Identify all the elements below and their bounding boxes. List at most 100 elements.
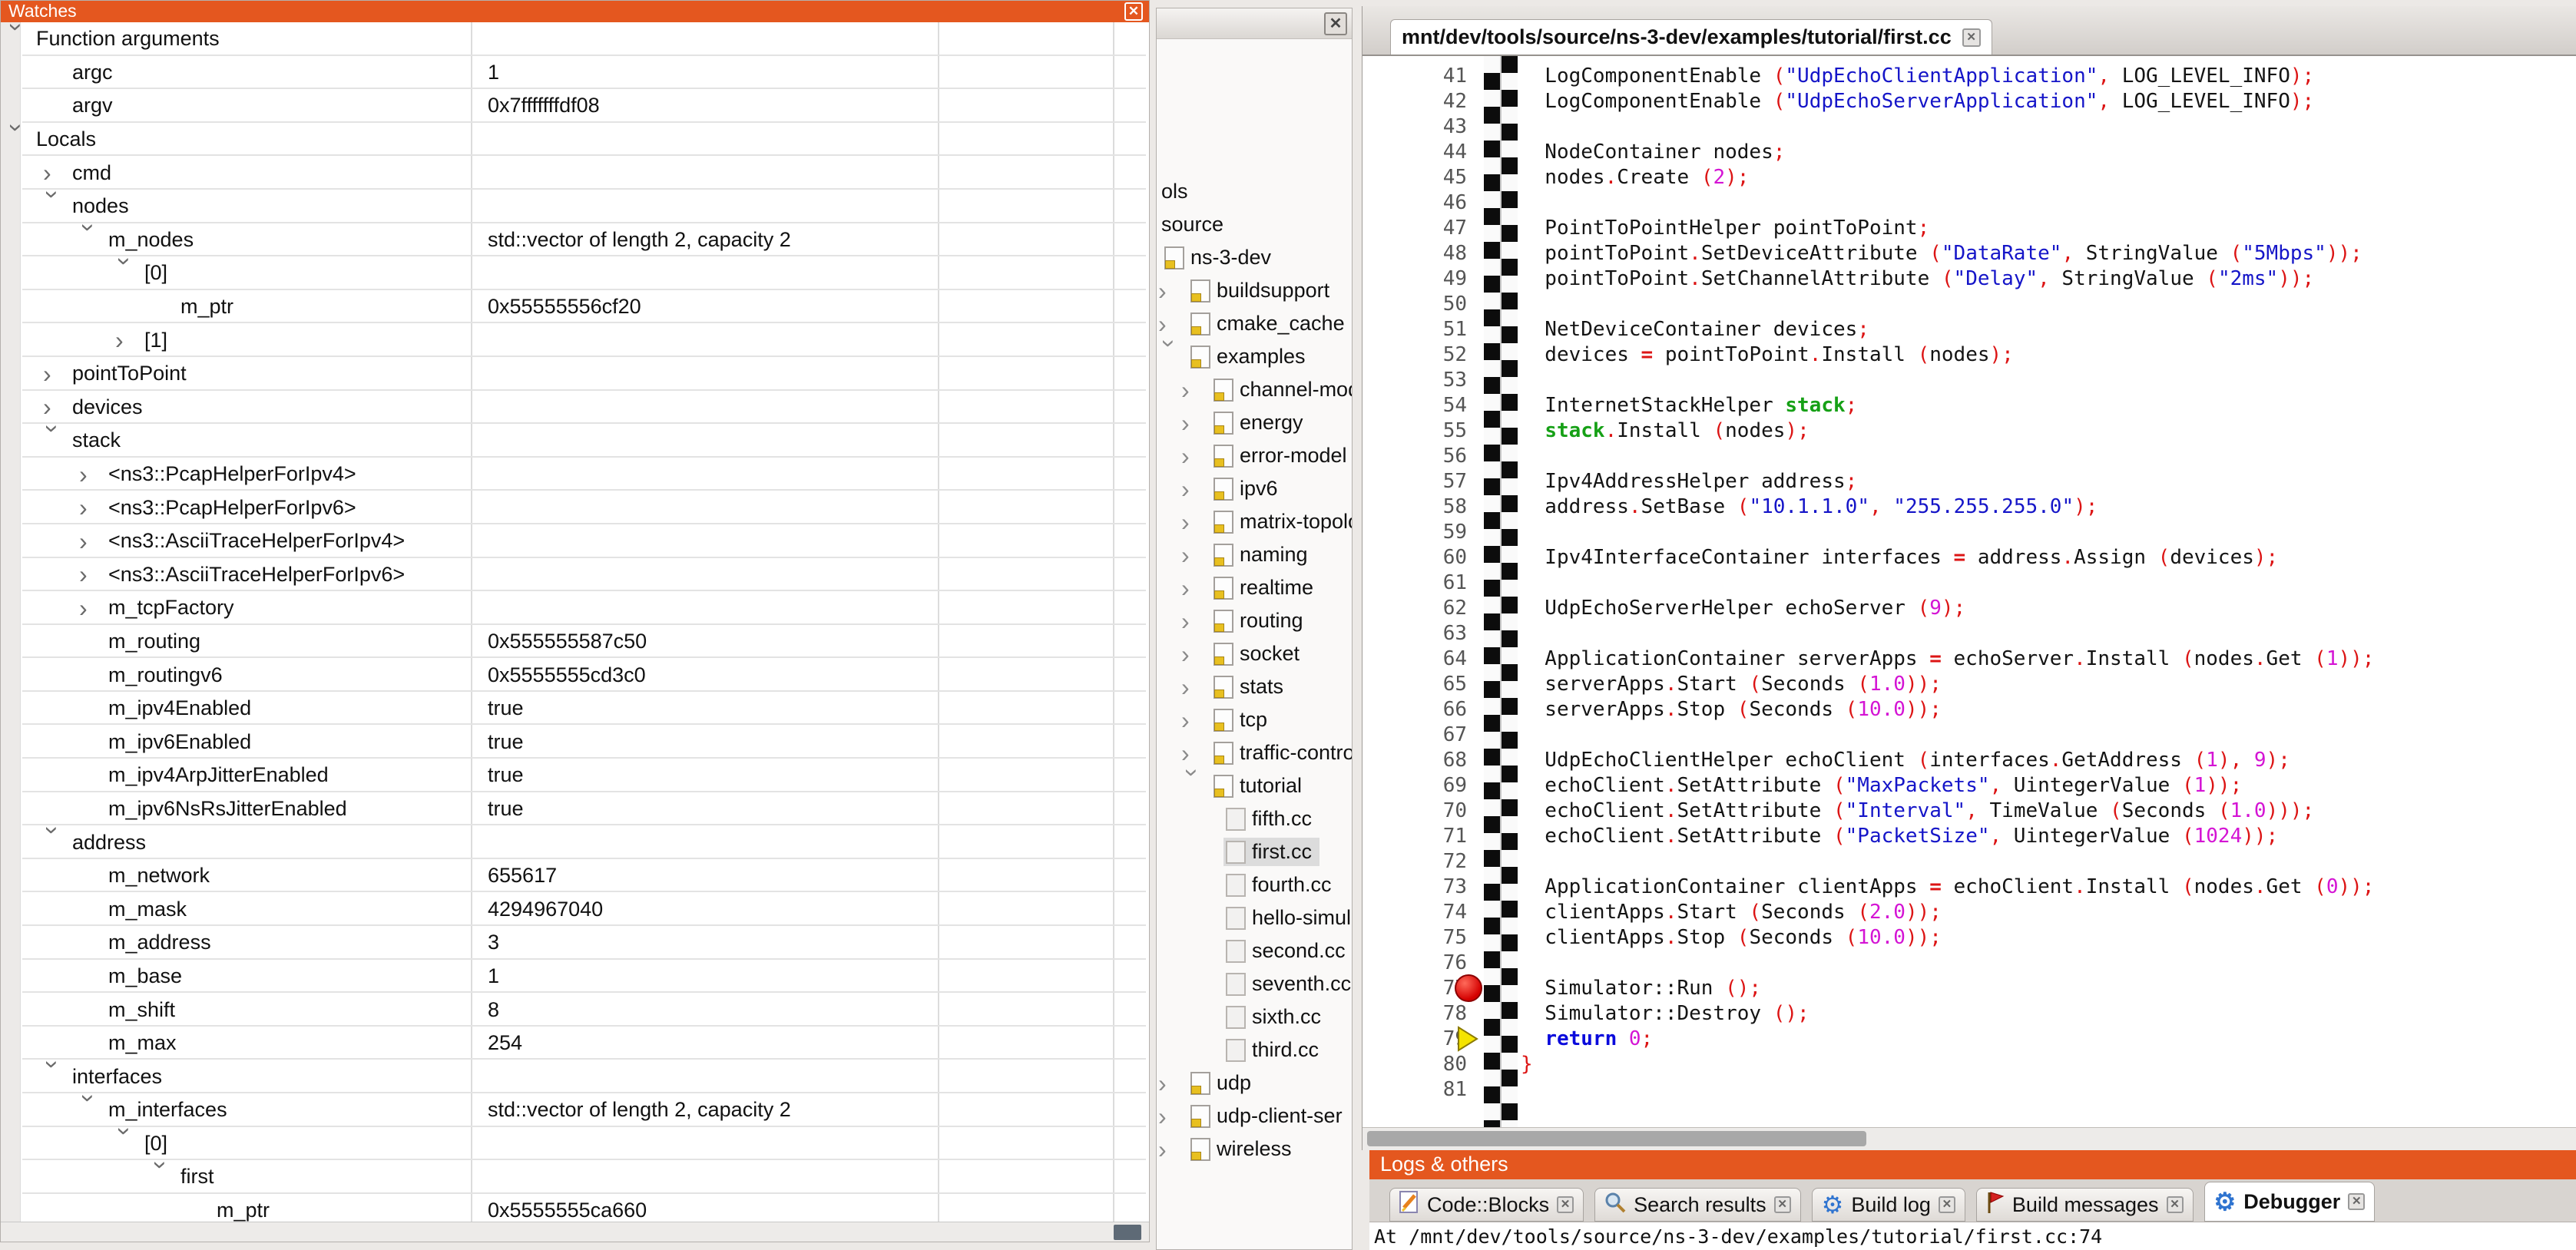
collapse-icon[interactable]: › (77, 1094, 101, 1123)
logs-tab-build-log[interactable]: ⚙Build log✕ (1812, 1188, 1965, 1222)
watch-row[interactable]: m_ipv4ArpJitterEnabledtrue (1, 759, 1149, 792)
tree-item-fourth-cc[interactable]: fourth.cc (1157, 868, 1352, 901)
watch-row[interactable]: ›<ns3::AsciiTraceHelperForIpv6> (1, 558, 1149, 592)
tab-close-icon[interactable]: ✕ (1774, 1196, 1791, 1213)
tree-item-ns-3-dev[interactable]: ns-3-dev (1157, 241, 1352, 274)
tab-close-icon[interactable]: ✕ (2348, 1193, 2365, 1210)
tree-item-buildsupport[interactable]: ›buildsupport (1157, 274, 1352, 307)
tree-item-energy[interactable]: ›energy (1157, 406, 1352, 439)
watch-row[interactable]: m_ipv6Enabledtrue (1, 725, 1149, 759)
expand-icon[interactable]: › (1181, 510, 1214, 534)
tree-item-fifth-cc[interactable]: fifth.cc (1157, 802, 1352, 835)
tree-item-udp[interactable]: ›udp (1157, 1066, 1352, 1100)
watch-row[interactable]: ›[0] (1, 256, 1149, 290)
watch-row[interactable]: ›<ns3::AsciiTraceHelperForIpv4> (1, 524, 1149, 558)
tree-item-stats[interactable]: ›stats (1157, 670, 1352, 703)
watch-row[interactable]: ›<ns3::PcapHelperForIpv6> (1, 491, 1149, 524)
tree-item-naming[interactable]: ›naming (1157, 538, 1352, 571)
logs-tab-debugger[interactable]: ⚙Debugger✕ (2204, 1182, 2376, 1222)
collapse-icon[interactable]: › (149, 1161, 174, 1190)
expand-icon[interactable]: › (79, 462, 108, 487)
watch-row[interactable]: m_base1 (1, 960, 1149, 994)
watches-close-icon[interactable]: ✕ (1124, 2, 1143, 21)
logs-tab-search-results[interactable]: Search results✕ (1594, 1188, 1801, 1222)
tab-close-icon[interactable]: ✕ (1557, 1196, 1574, 1213)
watch-row[interactable]: ›stack (1, 424, 1149, 458)
collapse-icon[interactable]: › (41, 425, 65, 454)
file-tree-titlebar[interactable]: ✕ (1157, 8, 1352, 39)
collapse-icon[interactable]: › (5, 124, 29, 153)
watch-row[interactable]: m_routingv60x5555555cd3c0 (1, 658, 1149, 692)
expand-icon[interactable]: › (1181, 411, 1214, 435)
watch-row[interactable]: m_ptr0x5555555ca660 (1, 1194, 1149, 1222)
expand-icon[interactable]: › (1181, 444, 1214, 468)
watch-row[interactable]: ›nodes (1, 190, 1149, 223)
watch-row[interactable]: m_ptr0x55555556cf20 (1, 290, 1149, 324)
watch-row[interactable]: ›Locals (1, 123, 1149, 157)
watches-hscrollbar[interactable] (1, 1222, 1149, 1242)
watch-row[interactable]: m_mask4294967040 (1, 892, 1149, 926)
expand-icon[interactable]: › (1181, 576, 1214, 600)
watch-row[interactable]: ›m_interfacesstd::vector of length 2, ca… (1, 1093, 1149, 1127)
watch-row[interactable]: m_address3 (1, 926, 1149, 960)
tree-item-routing[interactable]: ›routing (1157, 604, 1352, 637)
tree-item-wireless[interactable]: ›wireless (1157, 1133, 1352, 1166)
watch-row[interactable]: argc1 (1, 56, 1149, 90)
watch-row[interactable]: m_ipv6NsRsJitterEnabledtrue (1, 792, 1149, 826)
watch-row[interactable]: argv0x7fffffffdf08 (1, 89, 1149, 123)
tab-close-icon[interactable]: ✕ (1939, 1196, 1955, 1213)
tree-item-channel-mod[interactable]: ›channel-mod (1157, 373, 1352, 406)
tree-item-matrix-topolo[interactable]: ›matrix-topolo (1157, 505, 1352, 538)
collapse-icon[interactable]: › (113, 257, 137, 286)
tree-item-tcp[interactable]: ›tcp (1157, 703, 1352, 736)
expand-icon[interactable]: › (1181, 741, 1214, 766)
logs-titlebar[interactable]: Logs & others (1369, 1150, 2576, 1179)
collapse-icon[interactable]: › (41, 1060, 65, 1090)
tree-item-cmake-cache[interactable]: ›cmake_cache (1157, 307, 1352, 340)
code-editor[interactable]: 41 LogComponentEnable ("UdpEchoClientApp… (1362, 56, 2576, 1127)
watches-hscrollbar-thumb[interactable] (1114, 1225, 1141, 1240)
expand-icon[interactable]: › (79, 529, 108, 554)
editor-hscrollbar-thumb[interactable] (1367, 1131, 1866, 1146)
tree-item-sixth-cc[interactable]: sixth.cc (1157, 1000, 1352, 1033)
collapse-icon[interactable]: › (41, 826, 65, 855)
expand-icon[interactable]: › (1158, 312, 1190, 336)
expand-icon[interactable]: › (43, 362, 72, 386)
expand-icon[interactable]: › (1181, 477, 1214, 501)
tree-item-examples[interactable]: ›examples (1157, 340, 1352, 373)
tree-item-source[interactable]: source (1157, 208, 1352, 241)
watch-row[interactable]: ›first (1, 1160, 1149, 1194)
expand-icon[interactable]: › (79, 562, 108, 587)
watches-titlebar[interactable]: Watches ✕ (1, 1, 1149, 22)
editor-tab-first-cc[interactable]: mnt/dev/tools/source/ns-3-dev/examples/t… (1390, 19, 1992, 55)
expand-icon[interactable]: › (1158, 1104, 1190, 1129)
tab-close-icon[interactable]: ✕ (2167, 1196, 2184, 1213)
watch-row[interactable]: ›address (1, 825, 1149, 859)
tree-item-realtime[interactable]: ›realtime (1157, 571, 1352, 604)
breakpoint-marker[interactable] (1455, 974, 1482, 1002)
watch-row[interactable]: ›m_tcpFactory (1, 591, 1149, 625)
watch-row[interactable]: ›pointToPoint (1, 357, 1149, 391)
tree-item-traffic-contro[interactable]: ›traffic-contro (1157, 736, 1352, 769)
expand-icon[interactable]: › (1181, 675, 1214, 699)
expand-icon[interactable]: › (1181, 642, 1214, 666)
expand-icon[interactable]: › (79, 495, 108, 520)
watch-row[interactable]: m_network655617 (1, 859, 1149, 893)
tree-item-third-cc[interactable]: third.cc (1157, 1033, 1352, 1066)
file-tree-close-icon[interactable]: ✕ (1324, 12, 1347, 35)
watch-row[interactable]: ›[1] (1, 323, 1149, 357)
editor-hscrollbar[interactable] (1362, 1127, 2576, 1150)
watch-row[interactable]: ›cmd (1, 156, 1149, 190)
watch-row[interactable]: ›devices (1, 391, 1149, 425)
collapse-icon[interactable]: › (77, 223, 101, 253)
watch-row[interactable]: ›interfaces (1, 1060, 1149, 1093)
expand-icon[interactable]: › (1181, 543, 1214, 567)
watch-row[interactable]: ›<ns3::PcapHelperForIpv4> (1, 458, 1149, 491)
expand-icon[interactable]: › (79, 596, 108, 620)
expand-icon[interactable]: › (1181, 609, 1214, 633)
watch-row[interactable]: ›Function arguments (1, 22, 1149, 56)
tree-item-seventh-cc[interactable]: seventh.cc (1157, 967, 1352, 1000)
expand-icon[interactable]: › (1181, 708, 1214, 732)
expand-icon[interactable]: › (1158, 1137, 1190, 1162)
watch-row[interactable]: m_shift8 (1, 993, 1149, 1027)
